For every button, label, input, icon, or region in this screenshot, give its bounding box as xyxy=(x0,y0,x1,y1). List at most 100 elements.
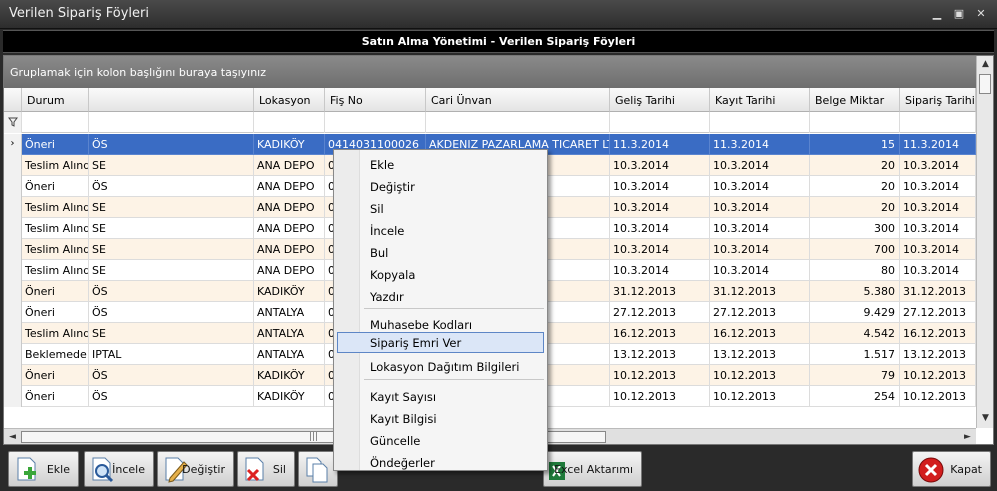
filter-cell-cari[interactable] xyxy=(426,112,610,133)
row-indicator[interactable] xyxy=(4,239,22,260)
menu-item-12[interactable]: Güncelle xyxy=(337,430,544,451)
row-indicator[interactable] xyxy=(4,176,22,197)
menu-item-13[interactable]: Öndeğerler xyxy=(337,452,544,473)
group-panel[interactable]: Gruplamak için kolon başlığını buraya ta… xyxy=(4,56,976,88)
row-indicator[interactable] xyxy=(4,302,22,323)
vertical-scrollbar[interactable]: ▲ ▼ xyxy=(976,56,993,428)
cell-siparis: 13.12.2013 xyxy=(900,344,976,365)
cell-miktar: 5.380 xyxy=(810,281,900,302)
delete-button[interactable]: Sil xyxy=(237,451,295,487)
menu-item-2[interactable]: Sil xyxy=(337,198,544,219)
cell-tip: SE xyxy=(89,239,254,260)
cell-lokasyon: ANTALYA xyxy=(254,344,325,365)
filter-cell-durum[interactable] xyxy=(22,112,89,133)
menu-item-6[interactable]: Yazdır xyxy=(337,286,544,307)
cell-kayit: 27.12.2013 xyxy=(710,302,810,323)
row-indicator[interactable] xyxy=(4,281,22,302)
row-indicator[interactable] xyxy=(4,197,22,218)
excel-export-button[interactable]: Excel Aktarımı xyxy=(543,451,642,487)
cell-kayit: 10.12.2013 xyxy=(710,386,810,407)
maximize-button[interactable]: ▣ xyxy=(950,6,968,22)
close-button[interactable]: Kapat xyxy=(912,451,991,487)
filter-cell-lokasyon[interactable] xyxy=(254,112,325,133)
menu-item-1[interactable]: Değiştir xyxy=(337,176,544,197)
menu-item-8[interactable]: Sipariş Emri Ver xyxy=(337,332,544,353)
column-header-lokasyon[interactable]: Lokasyon xyxy=(254,88,325,112)
window-titlebar: Verilen Sipariş Föyleri ▁ ▣ ✕ xyxy=(0,0,997,29)
column-header-durum[interactable]: Durum xyxy=(22,88,89,112)
scroll-down-button[interactable]: ▼ xyxy=(977,410,993,427)
cell-miktar: 15 xyxy=(810,134,900,155)
cell-miktar: 1.517 xyxy=(810,344,900,365)
cell-lokasyon: KADIKÖY xyxy=(254,281,325,302)
edit-button[interactable]: Değiştir xyxy=(157,451,234,487)
column-header-cari[interactable]: Cari Ünvan xyxy=(426,88,610,112)
excel-export-label: Excel Aktarımı xyxy=(554,463,633,476)
row-indicator[interactable] xyxy=(4,365,22,386)
filter-cell-fis[interactable] xyxy=(325,112,426,133)
column-header-fis[interactable]: Fiş No xyxy=(325,88,426,112)
row-indicator[interactable] xyxy=(4,323,22,344)
cell-gelis: 11.3.2014 xyxy=(610,134,710,155)
cell-miktar: 254 xyxy=(810,386,900,407)
row-indicator[interactable] xyxy=(4,218,22,239)
filter-cell-tip[interactable] xyxy=(89,112,254,133)
cell-miktar: 9.429 xyxy=(810,302,900,323)
vertical-scroll-thumb[interactable] xyxy=(979,74,991,94)
filter-cell-siparis[interactable] xyxy=(900,112,976,133)
cell-lokasyon: ANTALYA xyxy=(254,302,325,323)
cell-durum: Teslim Alındı xyxy=(22,197,89,218)
column-header-tip[interactable] xyxy=(89,88,254,112)
cell-tip: ÖS xyxy=(89,281,254,302)
menu-item-4[interactable]: Bul xyxy=(337,242,544,263)
row-indicator[interactable]: › xyxy=(4,134,22,155)
scroll-right-button[interactable]: ► xyxy=(959,429,976,444)
cell-siparis: 10.3.2014 xyxy=(900,260,976,281)
scroll-up-button[interactable]: ▲ xyxy=(977,56,993,73)
menu-separator xyxy=(364,308,544,309)
cell-lokasyon: KADIKÖY xyxy=(254,134,325,155)
cell-kayit: 10.3.2014 xyxy=(710,176,810,197)
column-header-miktar[interactable]: Belge Miktar xyxy=(810,88,900,112)
cell-tip: ÖS xyxy=(89,134,254,155)
row-indicator[interactable] xyxy=(4,260,22,281)
column-header-gelis[interactable]: Geliş Tarihi xyxy=(610,88,710,112)
menu-item-5[interactable]: Kopyala xyxy=(337,264,544,285)
copy-button[interactable] xyxy=(298,451,338,487)
cell-tip: SE xyxy=(89,197,254,218)
cell-lokasyon: KADIKÖY xyxy=(254,365,325,386)
cell-kayit: 10.3.2014 xyxy=(710,197,810,218)
add-button[interactable]: Ekle xyxy=(8,451,79,487)
filter-cell-gelis[interactable] xyxy=(610,112,710,133)
row-indicator[interactable] xyxy=(4,344,22,365)
cell-miktar: 300 xyxy=(810,218,900,239)
cell-durum: Teslim Alındı xyxy=(22,239,89,260)
cell-gelis: 10.12.2013 xyxy=(610,386,710,407)
cell-gelis: 10.3.2014 xyxy=(610,239,710,260)
filter-cell-miktar[interactable] xyxy=(810,112,900,133)
menu-item-10[interactable]: Kayıt Sayısı xyxy=(337,386,544,407)
context-menu: Ekle Değiştir Sil İncele Bul Kopyala Yazdır Muh… xyxy=(333,149,548,471)
row-indicator[interactable] xyxy=(4,386,22,407)
row-indicator[interactable] xyxy=(4,155,22,176)
cell-siparis: 10.12.2013 xyxy=(900,386,976,407)
cell-kayit: 31.12.2013 xyxy=(710,281,810,302)
cell-durum: Beklemede xyxy=(22,344,89,365)
page-header: Satın Alma Yönetimi - Verilen Sipariş Fö… xyxy=(3,30,994,53)
menu-item-3[interactable]: İncele xyxy=(337,220,544,241)
cell-lokasyon: ANA DEPO xyxy=(254,260,325,281)
filter-cell-kayit[interactable] xyxy=(710,112,810,133)
scroll-left-button[interactable]: ◄ xyxy=(4,429,21,444)
close-window-button[interactable]: ✕ xyxy=(972,6,990,22)
menu-item-9[interactable]: Lokasyon Dağıtım Bilgileri xyxy=(337,356,544,377)
column-header-kayit[interactable]: Kayıt Tarihi xyxy=(710,88,810,112)
inspect-button[interactable]: İncele xyxy=(84,451,154,487)
column-header-siparis[interactable]: Sipariş Tarihi xyxy=(900,88,976,112)
filter-row[interactable] xyxy=(4,112,976,133)
menu-item-11[interactable]: Kayıt Bilgisi xyxy=(337,408,544,429)
menu-separator xyxy=(364,379,544,380)
funnel-icon[interactable] xyxy=(4,112,22,133)
menu-item-0[interactable]: Ekle xyxy=(337,154,544,175)
minimize-button[interactable]: ▁ xyxy=(928,6,946,22)
cell-gelis: 10.3.2014 xyxy=(610,218,710,239)
